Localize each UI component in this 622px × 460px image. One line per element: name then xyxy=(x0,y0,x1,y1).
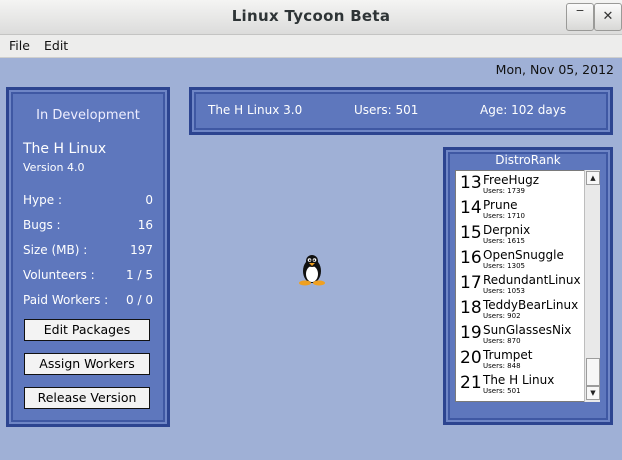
stat-row: Paid Workers : 0 / 0 xyxy=(23,293,153,307)
stat-label: Size (MB) : xyxy=(23,243,88,257)
distro-name: FreeHugz xyxy=(483,173,540,187)
distro-users: Users: 1710 xyxy=(483,212,525,220)
distro-users: Users: 1615 xyxy=(483,237,525,245)
edit-packages-button[interactable]: Edit Packages xyxy=(24,319,150,341)
distro-name: The H Linux xyxy=(483,373,555,387)
window-titlebar[interactable]: Linux Tycoon Beta ‾ ✕ xyxy=(0,0,622,35)
minimize-button[interactable]: ‾ xyxy=(566,3,594,31)
menu-edit[interactable]: Edit xyxy=(44,38,68,53)
distrorank-scrollbar[interactable]: ▲ ▼ xyxy=(584,170,600,402)
distro-name: Prune xyxy=(483,198,518,212)
rank-number: 20 xyxy=(460,348,482,368)
status-age: Age: 102 days xyxy=(480,103,567,117)
stat-row: Hype : 0 xyxy=(23,193,153,207)
distro-name: SunGlassesNix xyxy=(483,323,572,337)
distro-users: Users: 848 xyxy=(483,362,521,370)
distro-users: Users: 1739 xyxy=(483,187,525,195)
stat-label: Paid Workers : xyxy=(23,293,109,307)
distro-users: Users: 501 xyxy=(483,387,521,395)
release-version-button[interactable]: Release Version xyxy=(24,387,150,409)
scroll-up-arrow[interactable]: ▲ xyxy=(586,171,600,185)
scroll-down-arrow[interactable]: ▼ xyxy=(586,386,600,400)
menu-bar: File Edit xyxy=(0,35,622,58)
distrorank-panel: DistroRank 13 FreeHugz Users: 1739 14 Pr… xyxy=(443,147,613,425)
rank-number: 21 xyxy=(460,373,482,393)
status-bar-panel: The H Linux 3.0 Users: 501 Age: 102 days xyxy=(189,87,613,135)
rank-number: 18 xyxy=(460,298,482,318)
stat-value: 197 xyxy=(130,243,153,257)
rank-number: 17 xyxy=(460,273,482,293)
distro-name: RedundantLinux xyxy=(483,273,581,287)
stat-value: 0 xyxy=(145,193,153,207)
rank-number: 14 xyxy=(460,198,482,218)
menu-file[interactable]: File xyxy=(9,38,30,53)
distro-name: Derpnix xyxy=(483,223,531,237)
stat-value: 1 / 5 xyxy=(126,268,153,282)
distro-users: Users: 1053 xyxy=(483,287,525,295)
distro-users: Users: 1305 xyxy=(483,262,525,270)
dev-heading: In Development xyxy=(36,108,140,123)
distrorank-heading: DistroRank xyxy=(495,153,561,167)
stat-label: Hype : xyxy=(23,193,62,207)
status-distro: The H Linux 3.0 xyxy=(208,103,303,117)
game-date: Mon, Nov 05, 2012 xyxy=(495,62,614,77)
dev-panel: In Development The H Linux Version 4.0 H… xyxy=(6,87,170,427)
dev-version: Version 4.0 xyxy=(23,161,85,174)
stat-label: Bugs : xyxy=(23,218,61,232)
penguin-icon xyxy=(296,253,328,287)
status-users: Users: 501 xyxy=(354,103,419,117)
stat-row: Size (MB) : 197 xyxy=(23,243,153,257)
distrorank-list[interactable]: 13 FreeHugz Users: 1739 14 Prune Users: … xyxy=(455,170,585,402)
distro-name: OpenSnuggle xyxy=(483,248,564,262)
scroll-thumb[interactable] xyxy=(586,358,600,386)
distro-name: TeddyBearLinux xyxy=(483,298,579,312)
stat-row: Volunteers : 1 / 5 xyxy=(23,268,153,282)
stat-value: 16 xyxy=(137,218,153,232)
distro-users: Users: 870 xyxy=(483,337,521,345)
close-button[interactable]: ✕ xyxy=(594,3,622,31)
stat-value: 0 / 0 xyxy=(126,293,153,307)
rank-number: 15 xyxy=(460,223,482,243)
stat-label: Volunteers : xyxy=(23,268,95,282)
rank-number: 13 xyxy=(460,173,482,193)
rank-number: 16 xyxy=(460,248,482,268)
distro-name: Trumpet xyxy=(483,348,533,362)
distro-users: Users: 902 xyxy=(483,312,521,320)
rank-number: 19 xyxy=(460,323,482,343)
assign-workers-button[interactable]: Assign Workers xyxy=(24,353,150,375)
dev-distro-name: The H Linux xyxy=(23,141,107,157)
window-title: Linux Tycoon Beta xyxy=(231,7,391,25)
stat-row: Bugs : 16 xyxy=(23,218,153,232)
game-canvas: Mon, Nov 05, 2012 The H Linux 3.0 Users:… xyxy=(0,58,622,460)
